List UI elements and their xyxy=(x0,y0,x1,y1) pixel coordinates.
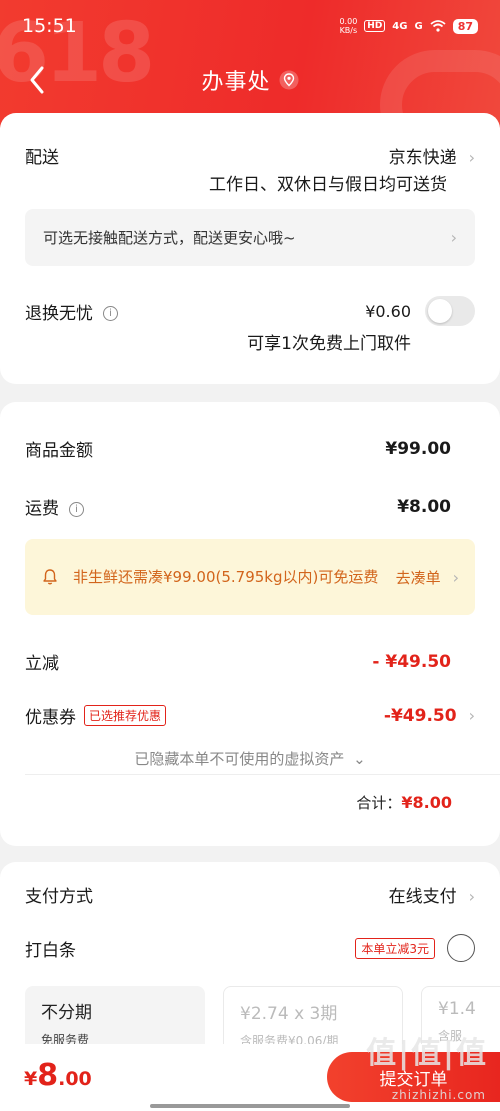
total-value: ¥8.00 xyxy=(401,793,452,812)
delivery-row[interactable]: 配送 京东快递 › xyxy=(25,143,475,168)
location-pin-icon[interactable] xyxy=(279,70,299,90)
delivery-carrier: 京东快递 xyxy=(388,148,457,168)
chevron-right-icon: › xyxy=(468,887,475,906)
return-service-row: 退换无忧 i ¥0.60 xyxy=(25,296,475,326)
signal-4g-icon: 4G xyxy=(392,20,408,32)
hd-badge: HD xyxy=(364,20,386,32)
freight-label: 运费 xyxy=(25,499,59,519)
instant-discount-value: - ¥49.50 xyxy=(372,651,451,672)
instant-discount-label: 立减 xyxy=(25,654,59,674)
freight-value: ¥8.00 xyxy=(397,496,451,517)
payment-method-value: 在线支付 xyxy=(388,887,457,907)
net-speed: 0.00 KB/s xyxy=(339,17,358,35)
bell-icon xyxy=(43,569,57,585)
free-shipping-tip[interactable]: 非生鲜还需凑¥99.00(5.795kg以内)可免运费 去凑单 › xyxy=(25,539,475,615)
info-icon[interactable]: i xyxy=(69,501,84,517)
coupon-value: -¥49.50 xyxy=(383,705,457,726)
baitiao-radio[interactable] xyxy=(447,934,475,962)
hidden-assets-toggle[interactable]: 已隐藏本单不可使用的虚拟资产 ⌄ xyxy=(0,748,500,769)
wifi-icon xyxy=(430,20,446,32)
order-summary-card: 商品金额 ¥99.00 运费 i ¥8.00 非生鲜还需凑¥99.00(5.795… xyxy=(0,402,500,846)
total-row: 合计：¥8.00 xyxy=(356,792,452,813)
header: 618 15:51 0.00 KB/s HD 4G G 87 办事处 xyxy=(0,0,500,128)
freight-row: 运费 i ¥8.00 xyxy=(25,494,475,520)
contactless-delivery-banner[interactable]: 可选无接触配送方式，配送更安心哦~ › xyxy=(25,209,475,266)
watermark-url: zhizhizhi.com xyxy=(391,1088,486,1102)
return-service-desc: 可享1次免费上门取件 xyxy=(247,334,411,354)
instant-discount-row: 立减 - ¥49.50 xyxy=(25,649,475,675)
home-indicator[interactable] xyxy=(150,1104,350,1108)
info-icon[interactable]: i xyxy=(103,306,118,321)
payable-amount: ¥8.00 xyxy=(24,1058,92,1093)
delivery-label: 配送 xyxy=(25,148,59,168)
delivery-note: 工作日、双休日与假日均可送货 xyxy=(209,175,447,195)
status-time: 15:51 xyxy=(22,15,77,37)
page-title: 办事处 xyxy=(201,70,271,95)
baitiao-row: 打白条 本单立减3元 xyxy=(25,934,475,962)
watermark-logo: 值|值|值 xyxy=(366,1036,488,1071)
baitiao-promo-tag: 本单立减3元 xyxy=(355,937,435,959)
chevron-down-icon: ⌄ xyxy=(353,750,366,768)
add-items-link[interactable]: 去凑单 xyxy=(396,567,441,588)
return-service-toggle[interactable] xyxy=(425,296,475,326)
divider xyxy=(25,774,500,775)
total-label: 合计： xyxy=(356,794,402,812)
chevron-right-icon: › xyxy=(468,148,475,167)
status-bar: 15:51 0.00 KB/s HD 4G G 87 xyxy=(0,0,500,52)
free-shipping-tip-text: 非生鲜还需凑¥99.00(5.795kg以内)可免运费 xyxy=(73,568,379,586)
payment-method-label: 支付方式 xyxy=(25,887,93,907)
status-icons: 0.00 KB/s HD 4G G 87 xyxy=(339,17,478,35)
chevron-right-icon: › xyxy=(468,705,475,725)
nav-bar: 办事处 xyxy=(0,52,500,108)
payment-method-row[interactable]: 支付方式 在线支付 › xyxy=(25,882,475,907)
goods-amount-label: 商品金额 xyxy=(25,441,93,461)
return-service-price: ¥0.60 xyxy=(365,301,411,321)
back-arrow-icon[interactable] xyxy=(24,64,52,96)
chevron-right-icon: › xyxy=(452,567,459,587)
contactless-tip: 可选无接触配送方式，配送更安心哦~ xyxy=(43,229,296,247)
signal-icon: G xyxy=(414,20,423,32)
battery-indicator: 87 xyxy=(452,18,478,34)
return-service-label: 退换无忧 xyxy=(25,303,93,324)
baitiao-label: 打白条 xyxy=(25,940,76,961)
recommended-coupon-tag: 已选推荐优惠 xyxy=(84,705,167,726)
goods-amount-value: ¥99.00 xyxy=(385,438,451,459)
chevron-right-icon: › xyxy=(450,228,457,247)
delivery-card: 配送 京东快递 › 工作日、双休日与假日均可送货 可选无接触配送方式，配送更安心哦… xyxy=(0,113,500,384)
coupon-row[interactable]: 优惠券 已选推荐优惠 -¥49.50 › xyxy=(25,703,475,728)
goods-amount-row: 商品金额 ¥99.00 xyxy=(25,436,475,462)
coupon-label: 优惠券 xyxy=(25,708,76,728)
